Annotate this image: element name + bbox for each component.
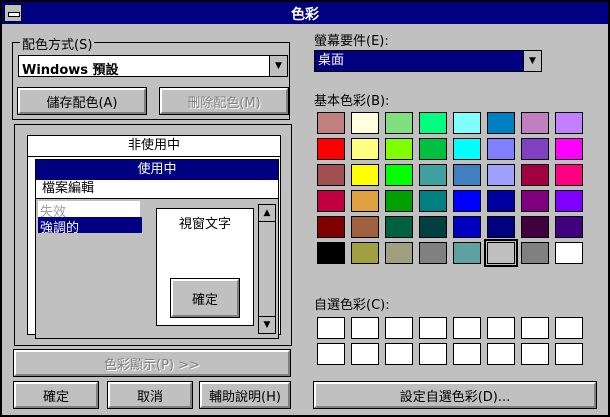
basic-color-swatch[interactable] xyxy=(317,164,345,186)
active-title: 使用中 xyxy=(36,160,278,180)
custom-color-swatch[interactable] xyxy=(487,317,515,339)
custom-color-swatch[interactable] xyxy=(317,343,345,365)
window-text: 視窗文字 xyxy=(178,217,231,232)
basic-color-swatch[interactable] xyxy=(385,138,413,160)
basic-color-swatch[interactable] xyxy=(453,190,481,212)
basic-color-swatch[interactable] xyxy=(317,112,345,134)
basic-color-swatch[interactable] xyxy=(453,216,481,238)
custom-color-swatch[interactable] xyxy=(487,343,515,365)
basic-color-swatch[interactable] xyxy=(419,216,447,238)
custom-color-swatch[interactable] xyxy=(453,317,481,339)
custom-color-swatch[interactable] xyxy=(555,343,583,365)
basic-color-swatch[interactable] xyxy=(351,164,379,186)
basic-color-swatch[interactable] xyxy=(487,164,515,186)
basic-color-swatch[interactable] xyxy=(385,164,413,186)
basic-color-swatch[interactable] xyxy=(385,112,413,134)
preview-active-window: 使用中 檔案編輯 失效 強調的 視窗文字 確定 ▲ ▼ xyxy=(35,159,279,339)
help-button[interactable]: 輔助說明(H) xyxy=(199,381,291,409)
scheme-dropdown[interactable]: Windows 預設 ▼ xyxy=(18,55,288,78)
dropdown-arrow-icon[interactable]: ▼ xyxy=(523,51,541,71)
basic-color-swatch[interactable] xyxy=(521,190,549,212)
basic-color-swatch[interactable] xyxy=(419,190,447,212)
basic-color-swatch[interactable] xyxy=(487,216,515,238)
scroll-down-icon[interactable]: ▼ xyxy=(259,316,275,333)
basic-color-swatch[interactable] xyxy=(555,242,583,264)
custom-color-swatch[interactable] xyxy=(521,343,549,365)
basic-color-swatch[interactable] xyxy=(419,112,447,134)
basic-color-swatch[interactable] xyxy=(317,190,345,212)
basic-color-swatch[interactable] xyxy=(555,216,583,238)
custom-color-swatch[interactable] xyxy=(521,317,549,339)
scheme-label: 配色方式(S) xyxy=(20,34,95,53)
scroll-up-icon[interactable]: ▲ xyxy=(259,205,275,222)
scheme-value: Windows 預設 xyxy=(22,63,119,78)
basic-color-swatch[interactable] xyxy=(419,138,447,160)
basic-color-swatch[interactable] xyxy=(521,216,549,238)
define-custom-colors-button[interactable]: 設定自選色彩(D)... xyxy=(313,381,597,409)
delete-scheme-button[interactable]: 刪除配色(M) xyxy=(159,87,289,115)
menu-disabled: 失效 xyxy=(38,201,140,220)
basic-color-swatch[interactable] xyxy=(351,242,379,264)
basic-color-swatch[interactable] xyxy=(521,242,549,264)
basic-color-swatch[interactable] xyxy=(351,216,379,238)
custom-color-swatch[interactable] xyxy=(419,317,447,339)
preview-scrollbar[interactable]: ▲ ▼ xyxy=(258,204,276,334)
save-scheme-button[interactable]: 儲存配色(A) xyxy=(17,87,147,115)
basic-color-swatch[interactable] xyxy=(453,164,481,186)
basic-colors-label: 基本色彩(B): xyxy=(314,94,390,109)
custom-color-swatch[interactable] xyxy=(453,343,481,365)
preview-area[interactable]: 非使用中 使用中 檔案編輯 失效 強調的 視窗文字 確定 ▲ ▼ xyxy=(14,124,292,346)
basic-color-swatch[interactable] xyxy=(351,190,379,212)
element-value: 桌面 xyxy=(315,51,523,71)
preview-menu-bar: 檔案編輯 xyxy=(36,180,278,199)
palette-button[interactable]: 色彩顯示(P) >> xyxy=(13,349,291,377)
title-bar: 色彩 xyxy=(2,2,608,24)
custom-color-swatch[interactable] xyxy=(555,317,583,339)
basic-color-swatch[interactable] xyxy=(385,190,413,212)
basic-color-swatch[interactable] xyxy=(487,190,515,212)
custom-color-swatch[interactable] xyxy=(351,343,379,365)
basic-color-swatch[interactable] xyxy=(487,138,515,160)
cancel-button[interactable]: 取消 xyxy=(107,381,193,409)
menu-normal: 檔案編輯 xyxy=(42,181,95,196)
basic-color-swatch[interactable] xyxy=(453,138,481,160)
basic-color-swatch[interactable] xyxy=(484,239,518,267)
preview-window-pane: 視窗文字 確定 xyxy=(156,208,254,326)
element-dropdown[interactable]: 桌面 ▼ xyxy=(314,50,542,72)
basic-color-swatch[interactable] xyxy=(317,242,345,264)
menu-highlight: 強調的 xyxy=(38,217,142,236)
custom-color-swatch[interactable] xyxy=(419,343,447,365)
basic-color-swatch[interactable] xyxy=(385,242,413,264)
basic-color-swatch[interactable] xyxy=(419,242,447,264)
color-dialog: 色彩 配色方式(S) Windows 預設 ▼ 儲存配色(A) 刪除配色(M) … xyxy=(0,0,610,417)
basic-color-swatch[interactable] xyxy=(521,164,549,186)
basic-color-swatch[interactable] xyxy=(453,242,481,264)
custom-color-swatch[interactable] xyxy=(385,317,413,339)
custom-color-swatch[interactable] xyxy=(351,317,379,339)
dropdown-arrow-icon[interactable]: ▼ xyxy=(269,56,287,76)
custom-color-swatch[interactable] xyxy=(385,343,413,365)
preview-ok-button[interactable]: 確定 xyxy=(170,278,240,318)
basic-color-swatch[interactable] xyxy=(317,216,345,238)
ok-button[interactable]: 確定 xyxy=(13,381,99,409)
basic-color-swatch[interactable] xyxy=(521,112,549,134)
basic-color-swatch[interactable] xyxy=(351,138,379,160)
basic-color-swatch[interactable] xyxy=(351,112,379,134)
window-title: 色彩 xyxy=(291,7,319,23)
custom-color-swatch[interactable] xyxy=(317,317,345,339)
basic-color-swatch[interactable] xyxy=(555,190,583,212)
basic-color-swatch[interactable] xyxy=(453,112,481,134)
basic-color-swatch[interactable] xyxy=(317,138,345,160)
element-label: 螢幕要件(E): xyxy=(314,34,389,49)
inactive-title: 非使用中 xyxy=(28,136,280,157)
custom-colors-label: 自選色彩(C): xyxy=(314,298,390,313)
basic-color-swatch[interactable] xyxy=(419,164,447,186)
basic-color-swatch[interactable] xyxy=(555,164,583,186)
basic-color-swatch[interactable] xyxy=(555,112,583,134)
basic-color-swatch[interactable] xyxy=(521,138,549,160)
basic-color-swatch[interactable] xyxy=(487,112,515,134)
basic-color-swatch[interactable] xyxy=(555,138,583,160)
basic-color-swatch[interactable] xyxy=(385,216,413,238)
